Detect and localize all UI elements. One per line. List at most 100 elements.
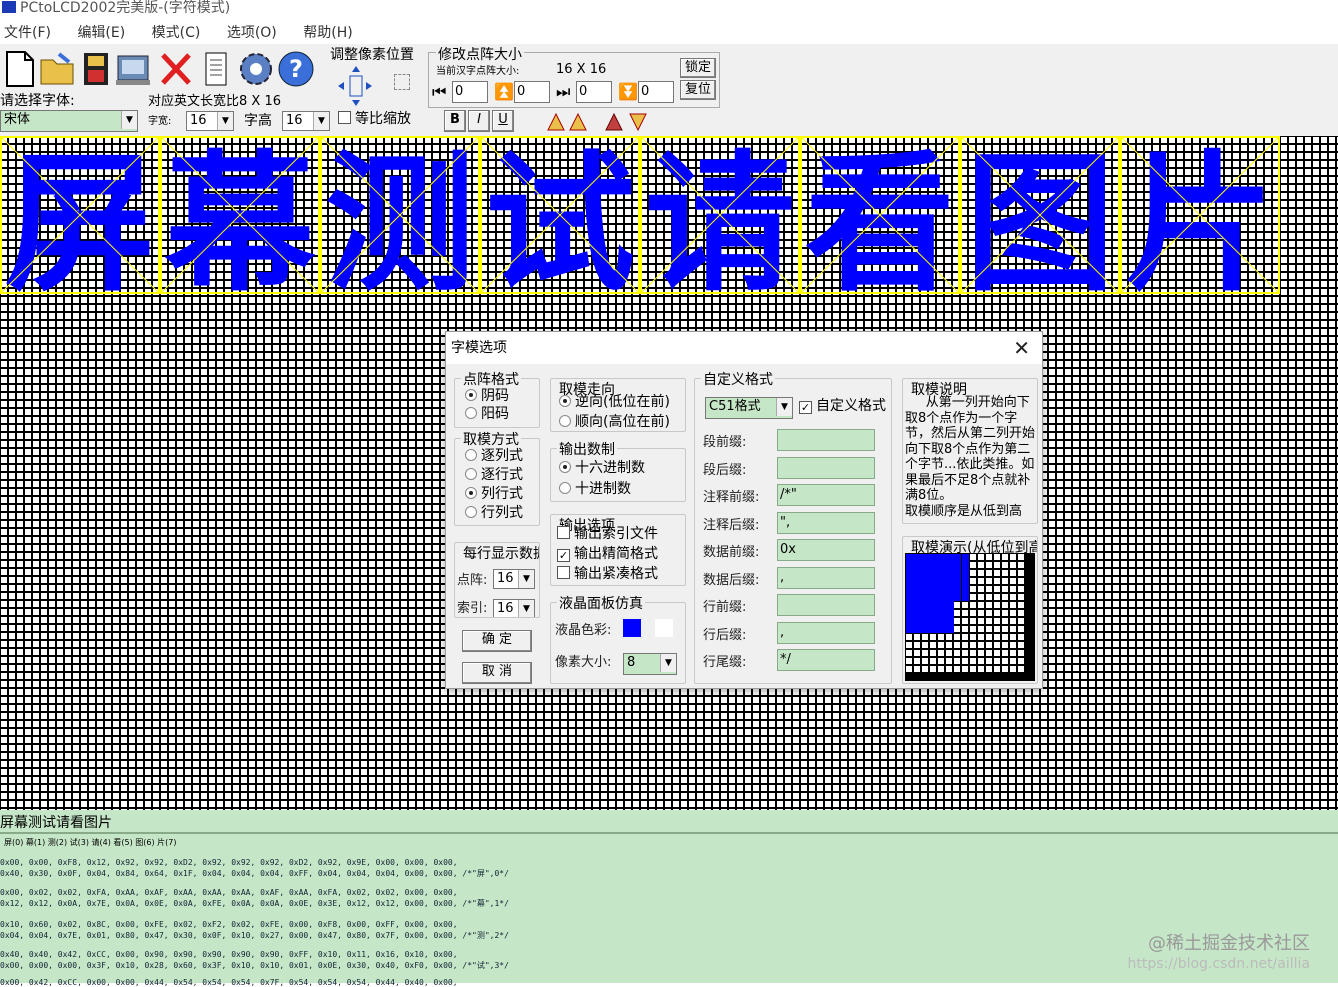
char-height-label: 字高 [244, 113, 272, 129]
menu-file[interactable]: 文件(F) [0, 22, 51, 44]
dots-select[interactable]: 16 ▼ [493, 569, 535, 589]
chevron-down-icon: ▼ [518, 600, 534, 617]
scan-mode-group: 取模方式 逐列式 逐行式 列行式 行列式 [454, 429, 540, 526]
pixel-center-icon[interactable] [394, 74, 410, 90]
mirror-icon[interactable] [604, 110, 650, 132]
help-icon[interactable]: ? [276, 48, 316, 90]
menu-help[interactable]: 帮助(H) [299, 22, 352, 44]
char-width-select[interactable]: 16 ▼ [186, 111, 234, 131]
menu-edit[interactable]: 编辑(E) [73, 22, 125, 44]
document-icon[interactable] [196, 48, 236, 90]
checkbox-compact-format[interactable]: ✓ 输出精简格式 [557, 545, 658, 563]
custom-field-input[interactable]: */ [777, 649, 875, 671]
shift-up-icon[interactable]: ⏫ [494, 82, 514, 102]
bold-button[interactable]: B [444, 110, 466, 132]
code-line: 0x00, 0x02, 0x02, 0xFA, 0xAA, 0xAF, 0xAA… [0, 888, 458, 897]
open-folder-icon[interactable] [38, 48, 78, 90]
underline-button[interactable]: U [492, 110, 514, 132]
radio-column[interactable]: 逐列式 [465, 447, 523, 465]
custom-field-input[interactable] [777, 456, 875, 479]
italic-button[interactable]: I [468, 110, 490, 132]
glyph-char: 幕 [164, 138, 316, 312]
radio-decimal[interactable]: 十进制数 [559, 480, 631, 498]
custom-field-label: 行前缀: [703, 600, 747, 615]
radio-row-column[interactable]: 行列式 [465, 504, 523, 522]
custom-field-input[interactable]: , [777, 566, 875, 589]
menu-bar: 文件(F) 编辑(E) 模式(C) 选项(O) 帮助(H) [0, 22, 1338, 44]
spin-right[interactable]: 0 [576, 81, 612, 103]
bg-color-swatch[interactable] [655, 619, 673, 637]
custom-field-label: 注释前缀: [703, 490, 760, 505]
custom-field-input[interactable] [777, 429, 875, 451]
close-icon[interactable]: ✕ [1013, 336, 1030, 360]
pixel-size-select[interactable]: 8 ▼ [623, 653, 677, 675]
ok-button[interactable]: 确 定 [462, 630, 532, 652]
custom-field-input[interactable]: 0x [777, 539, 875, 561]
font-select[interactable]: 宋体 ▼ [0, 110, 138, 132]
shift-right-icon[interactable]: ⏭ [556, 82, 576, 102]
chevron-down-icon: ▼ [660, 654, 676, 672]
current-matrix-value: 16 X 16 [556, 62, 607, 77]
format-select[interactable]: C51格式 ▼ [705, 397, 793, 419]
radio-row[interactable]: 逐行式 [465, 466, 523, 484]
font-options-dialog: 字模选项 ✕ 点阵格式 阴码 阳码 取模方式 逐列式 逐行式 列行式 行列式 每… [445, 331, 1043, 689]
menu-mode[interactable]: 模式(C) [148, 22, 201, 44]
menu-options[interactable]: 选项(O) [223, 22, 277, 44]
custom-field-label: 行尾缀: [703, 655, 747, 670]
custom-field-label: 数据前缀: [703, 545, 760, 560]
custom-field-input[interactable]: ", [777, 511, 875, 534]
watermark: @稀土掘金技术社区 https://blog.csdn.net/aillia [1127, 933, 1310, 973]
per-line-group: 每行显示数据 点阵: 16 ▼ 索引: 16 ▼ [454, 542, 540, 618]
explain-text: 从第一列开始向下取8个点作为一个字节，然后从第二列开始向下取8个点作为第二个字节… [905, 395, 1036, 519]
spin-up[interactable]: 0 [514, 81, 550, 103]
code-tabs[interactable]: 屏(0) 幕(1) 测(2) 试(3) 请(4) 看(5) 图(6) 片(7) [4, 837, 176, 848]
pixel-arrow-pad[interactable] [336, 64, 386, 108]
custom-field-input[interactable]: , [777, 621, 875, 644]
chevron-down-icon: ▼ [518, 570, 534, 588]
radio-column-row[interactable]: 列行式 [465, 485, 523, 503]
custom-field-label: 段前缀: [703, 435, 747, 450]
lcd-color-swatch[interactable] [623, 619, 641, 637]
shift-down-icon[interactable]: ⏬ [618, 82, 638, 102]
delete-icon[interactable] [156, 48, 196, 90]
lock-button[interactable]: 锁定 [680, 58, 716, 78]
dots-label: 点阵: [457, 573, 488, 588]
new-file-icon[interactable] [0, 48, 40, 90]
font-prompt-label: 请选择字体: [0, 93, 75, 109]
char-width-label: 字宽: [148, 116, 172, 127]
save-icon[interactable] [76, 48, 116, 90]
custom-field-label: 段后缀: [703, 462, 747, 478]
cancel-button[interactable]: 取 消 [462, 662, 532, 684]
glyph-char: 图 [965, 138, 1115, 312]
char-height-select[interactable]: 16 ▼ [282, 111, 330, 131]
index-select[interactable]: 16 ▼ [493, 599, 535, 617]
custom-field-input[interactable] [777, 594, 875, 616]
radio-positive[interactable]: 阳码 [465, 405, 509, 423]
rotate-flip-icon[interactable] [546, 110, 590, 132]
radio-forward[interactable]: 顺向(高位在前) [559, 413, 670, 431]
gear-icon[interactable] [236, 48, 276, 90]
spin-down[interactable]: 0 [638, 81, 674, 103]
explain-group: 取模说明 从第一列开始向下取8个点作为一个字节，然后从第二列开始向下取8个点作为… [902, 378, 1038, 524]
chevron-down-icon: ▼ [776, 398, 792, 416]
toolbar: ? 调整像素位置 修改点阵大小 当前汉字点阵大小: 16 X 16 锁定 复位 … [0, 44, 1338, 136]
code-line: 0x40, 0x40, 0x42, 0xCC, 0x00, 0x90, 0x90… [0, 950, 458, 959]
window-title: PCtoLCD2002完美版-(字符模式) [20, 0, 231, 16]
title-bar: PCtoLCD2002完美版-(字符模式) [0, 0, 1338, 22]
radio-negative[interactable]: 阴码 [465, 387, 509, 405]
import-image-icon[interactable] [114, 48, 154, 90]
radio-reverse[interactable]: 逆向(低位在前) [559, 393, 670, 411]
checkbox-tight-format[interactable]: 输出紧凑格式 [557, 565, 658, 583]
spin-left[interactable]: 0 [452, 81, 488, 103]
reset-button[interactable]: 复位 [680, 80, 716, 100]
glyph-char: 看 [805, 138, 955, 312]
custom-format-checkbox[interactable]: ✓ 自定义格式 [799, 397, 889, 415]
custom-field-input[interactable]: /*" [777, 484, 875, 506]
shift-left-icon[interactable]: ⏮ [432, 82, 452, 102]
checkbox-index-file[interactable]: 输出索引文件 [557, 525, 658, 543]
app-icon [2, 1, 16, 13]
proportional-checkbox[interactable]: 等比缩放 [338, 110, 411, 128]
ratio-label: 对应英文长宽比8 X 16 [148, 94, 281, 109]
radio-hex[interactable]: 十六进制数 [559, 459, 645, 477]
custom-field-label: 注释后缀: [703, 517, 760, 533]
